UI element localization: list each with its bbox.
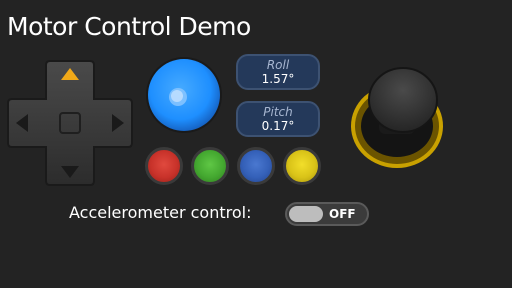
accelerometer-label: Accelerometer control: (69, 203, 252, 222)
joystick[interactable] (349, 66, 449, 170)
roll-value: 1.57° (261, 72, 295, 86)
pitch-value: 0.17° (261, 119, 295, 133)
blue-button[interactable] (237, 147, 275, 185)
toggle-knob (289, 206, 323, 222)
pitch-label: Pitch (263, 105, 293, 119)
dpad (6, 59, 134, 187)
dpad-down-button[interactable] (52, 149, 88, 185)
toggle-state-text: OFF (329, 207, 356, 221)
green-button[interactable] (191, 147, 229, 185)
app-screen: Motor Control Demo Roll 1.57° Pitch 0.17… (0, 0, 512, 288)
orientation-orb[interactable] (144, 55, 224, 135)
dpad-right-button[interactable] (96, 105, 132, 141)
dpad-left-button[interactable] (6, 105, 42, 141)
accelerometer-toggle[interactable]: OFF (285, 202, 369, 226)
pitch-readout: Pitch 0.17° (236, 101, 320, 137)
red-button[interactable] (145, 147, 183, 185)
dpad-up-button[interactable] (52, 59, 88, 95)
roll-label: Roll (266, 58, 290, 72)
app-title: Motor Control Demo (7, 12, 251, 41)
roll-readout: Roll 1.57° (236, 54, 320, 90)
dpad-center-button[interactable] (54, 107, 86, 139)
yellow-button[interactable] (283, 147, 321, 185)
